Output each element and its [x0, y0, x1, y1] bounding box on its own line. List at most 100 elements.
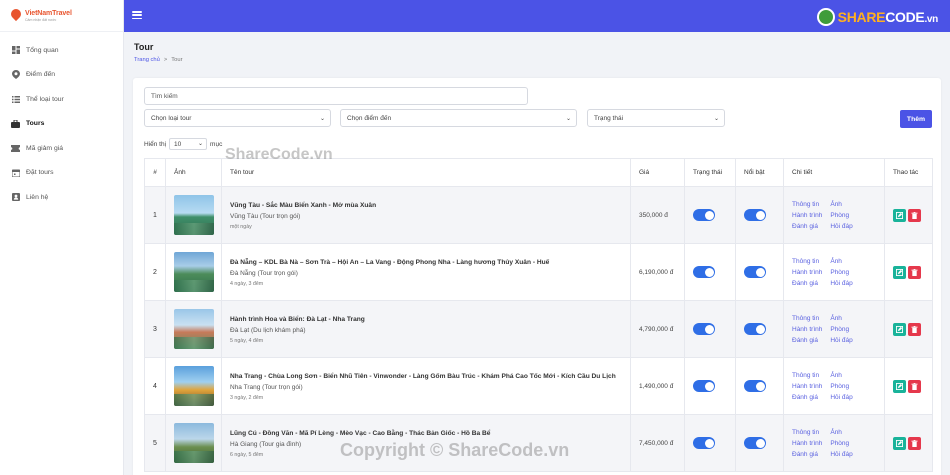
- page-size-select[interactable]: 10 ⌄: [169, 138, 208, 150]
- brand-logo[interactable]: VietNamTravel Cảm nhận đất nước: [0, 0, 123, 32]
- faq-link[interactable]: Hỏi đáp: [830, 280, 852, 287]
- column-header[interactable]: #: [144, 158, 166, 187]
- edit-button[interactable]: [893, 208, 906, 222]
- edit-button[interactable]: [893, 436, 906, 450]
- edit-button[interactable]: [893, 322, 906, 336]
- trash-icon: [911, 439, 918, 447]
- faq-link[interactable]: Hỏi đáp: [830, 451, 852, 458]
- tour-thumbnail[interactable]: [174, 252, 214, 292]
- topbar: SHARECODE.vn: [124, 0, 950, 32]
- delete-button[interactable]: [908, 322, 921, 336]
- column-header[interactable]: Tên tour: [221, 158, 631, 187]
- rooms-link[interactable]: Phòng: [830, 212, 852, 219]
- sidebar-item-coupons[interactable]: Mã giảm giá: [0, 136, 123, 161]
- status-toggle[interactable]: [693, 437, 715, 449]
- sidebar-item-overview[interactable]: Tổng quan: [0, 38, 123, 63]
- status-select[interactable]: Trạng thái ⌄: [587, 109, 725, 127]
- itinerary-link[interactable]: Hành trình: [792, 440, 822, 447]
- delete-button[interactable]: [908, 379, 921, 393]
- reviews-link[interactable]: Đánh giá: [792, 280, 822, 287]
- tour-duration: 6 ngày, 5 đêm: [230, 451, 264, 458]
- itinerary-link[interactable]: Hành trình: [792, 326, 822, 333]
- sidebar-item-bookings[interactable]: Đặt tours: [0, 161, 123, 186]
- tour-name: Nha Trang - Chùa Long Sơn - Biển Nhũ Tiê…: [230, 372, 616, 380]
- images-link[interactable]: Ảnh: [830, 429, 852, 436]
- tour-list-card: Tìm kiếm Chọn loại tour ⌄ Chọn điểm đến ⌄ …: [133, 78, 941, 475]
- trash-icon: [911, 211, 918, 219]
- images-link[interactable]: Ảnh: [830, 258, 852, 265]
- itinerary-link[interactable]: Hành trình: [792, 269, 822, 276]
- menu-toggle-icon[interactable]: [132, 11, 142, 19]
- column-header[interactable]: Giá: [630, 158, 685, 187]
- featured-toggle[interactable]: [744, 437, 766, 449]
- reviews-link[interactable]: Đánh giá: [792, 451, 822, 458]
- edit-button[interactable]: [893, 265, 906, 279]
- reviews-link[interactable]: Đánh giá: [792, 337, 822, 344]
- search-input[interactable]: Tìm kiếm: [144, 87, 528, 105]
- rooms-link[interactable]: Phòng: [830, 326, 852, 333]
- featured-toggle[interactable]: [744, 209, 766, 221]
- destination-select[interactable]: Chọn điểm đến ⌄: [340, 109, 577, 127]
- ticket-icon: [11, 144, 20, 153]
- rooms-link[interactable]: Phòng: [830, 383, 852, 390]
- breadcrumb-home-link[interactable]: Trang chủ: [134, 57, 160, 63]
- status-toggle[interactable]: [693, 209, 715, 221]
- tour-thumbnail[interactable]: [174, 309, 214, 349]
- column-header: Nổi bật: [735, 158, 784, 187]
- faq-link[interactable]: Hỏi đáp: [830, 394, 852, 401]
- reviews-link[interactable]: Đánh giá: [792, 223, 822, 230]
- tour-duration: một ngày: [230, 223, 252, 230]
- row-number: 5: [144, 414, 166, 472]
- breadcrumb-current: Tour: [171, 57, 183, 63]
- info-link[interactable]: Thông tin: [792, 429, 822, 436]
- sidebar-item-tour-categories[interactable]: Thể loại tour: [0, 87, 123, 112]
- tour-thumbnail[interactable]: [174, 423, 214, 463]
- detail-links: Thông tin Ảnh Hành trình Phòng Đánh giá Hỏi…: [792, 201, 876, 230]
- faq-link[interactable]: Hỏi đáp: [830, 223, 852, 230]
- featured-toggle[interactable]: [744, 323, 766, 335]
- info-link[interactable]: Thông tin: [792, 372, 822, 379]
- reviews-link[interactable]: Đánh giá: [792, 394, 822, 401]
- delete-button[interactable]: [908, 265, 921, 279]
- tour-category: Đà Nẵng (Tour trọn gói): [230, 269, 298, 277]
- status-toggle[interactable]: [693, 266, 715, 278]
- sidebar-item-tours[interactable]: Tours: [0, 112, 123, 137]
- breadcrumb: Trang chủ > Tour: [134, 57, 183, 63]
- tour-thumbnail[interactable]: [174, 366, 214, 406]
- info-link[interactable]: Thông tin: [792, 258, 822, 265]
- briefcase-icon: [11, 119, 20, 128]
- sidebar-item-label: Tổng quan: [26, 46, 59, 54]
- rooms-link[interactable]: Phòng: [830, 440, 852, 447]
- column-header: Chi tiết: [783, 158, 885, 187]
- tour-duration: 5 ngày, 4 đêm: [230, 337, 264, 344]
- sidebar-item-label: Tours: [26, 120, 45, 128]
- tour-category: Vũng Tàu (Tour trọn gói): [230, 212, 301, 220]
- edit-button[interactable]: [893, 379, 906, 393]
- itinerary-link[interactable]: Hành trình: [792, 212, 822, 219]
- images-link[interactable]: Ảnh: [830, 372, 852, 379]
- status-toggle[interactable]: [693, 380, 715, 392]
- faq-link[interactable]: Hỏi đáp: [830, 337, 852, 344]
- images-link[interactable]: Ảnh: [830, 201, 852, 208]
- list-icon: [11, 95, 20, 104]
- delete-button[interactable]: [908, 436, 921, 450]
- tour-name: Lũng Cú - Đồng Văn - Mã Pí Lèng - Mèo Vạ…: [230, 429, 491, 437]
- tour-thumbnail[interactable]: [174, 195, 214, 235]
- sidebar-item-destinations[interactable]: Điểm đến: [0, 63, 123, 88]
- itinerary-link[interactable]: Hành trình: [792, 383, 822, 390]
- status-toggle[interactable]: [693, 323, 715, 335]
- category-select[interactable]: Chọn loại tour ⌄: [144, 109, 331, 127]
- info-link[interactable]: Thông tin: [792, 201, 822, 208]
- sidebar-item-contact[interactable]: Liên hệ: [0, 185, 123, 210]
- info-link[interactable]: Thông tin: [792, 315, 822, 322]
- add-tour-button[interactable]: Thêm: [900, 110, 932, 128]
- featured-toggle[interactable]: [744, 380, 766, 392]
- tour-category: Nha Trang (Tour trọn gói): [230, 383, 303, 391]
- trash-icon: [911, 268, 918, 276]
- chevron-down-icon: ⌄: [198, 141, 204, 147]
- images-link[interactable]: Ảnh: [830, 315, 852, 322]
- rooms-link[interactable]: Phòng: [830, 269, 852, 276]
- table-row: 2 Đà Nẵng – KDL Bà Nà – Sơn Trà – Hội An…: [144, 243, 933, 301]
- featured-toggle[interactable]: [744, 266, 766, 278]
- delete-button[interactable]: [908, 208, 921, 222]
